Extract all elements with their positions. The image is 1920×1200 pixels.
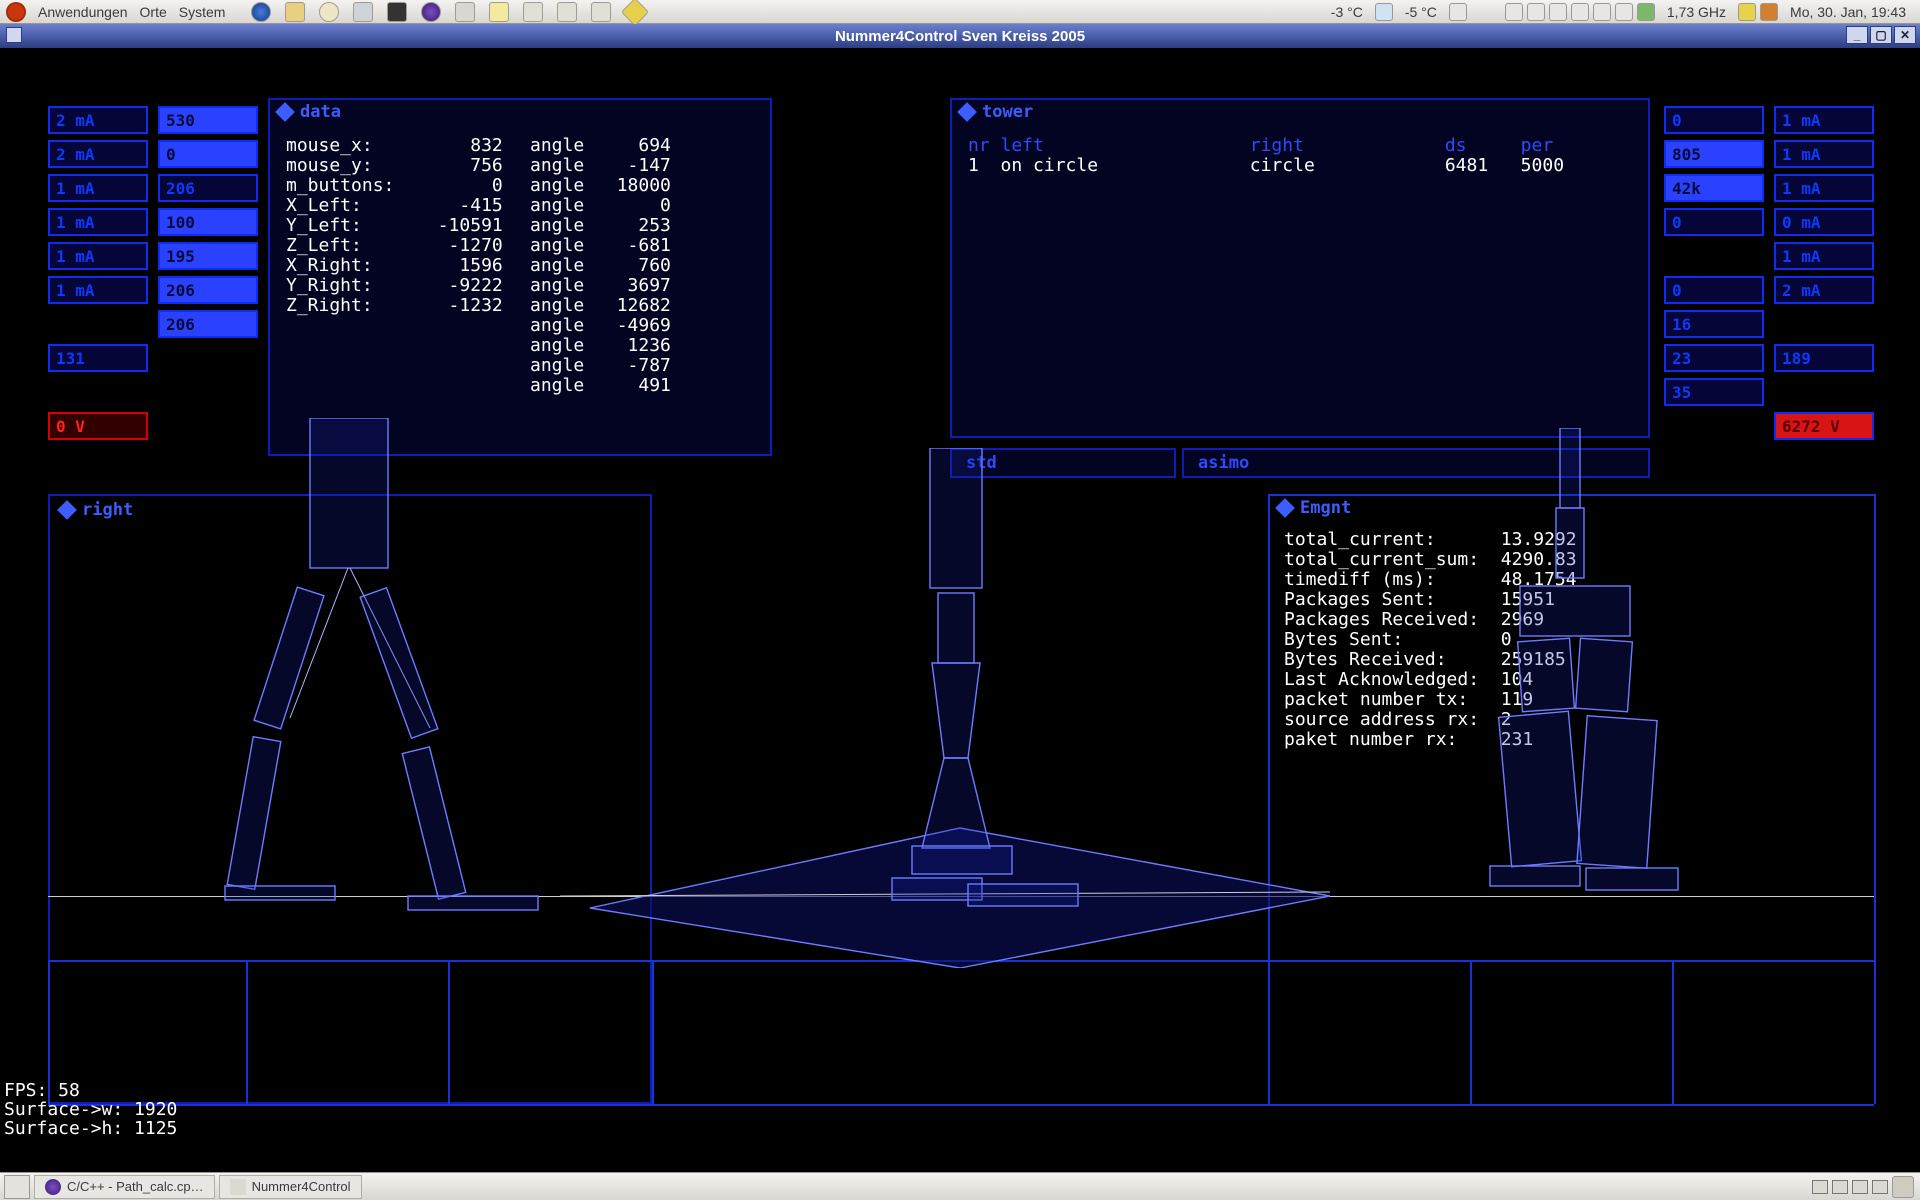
close-button[interactable]: ✕ <box>1894 26 1916 44</box>
launcher-icon[interactable] <box>489 2 509 22</box>
launcher-icon[interactable] <box>387 2 407 22</box>
taskbar-item-eclipse[interactable]: C/C++ - Path_calc.cp… <box>34 1175 215 1199</box>
menu-places[interactable]: Orte <box>134 4 173 20</box>
launcher-icon[interactable] <box>285 2 305 22</box>
workspace-switcher[interactable] <box>1872 1180 1888 1194</box>
panel-title: tower <box>982 102 1033 122</box>
taskbar-right <box>1812 1176 1920 1198</box>
launcher-row <box>231 2 645 22</box>
tray-icon[interactable] <box>1449 3 1467 21</box>
maximize-button[interactable]: ▢ <box>1870 26 1892 44</box>
cpu-freq[interactable]: 1,73 GHz <box>1659 4 1734 20</box>
meter-cell[interactable]: 1 mA <box>1774 242 1874 270</box>
data-panel: data mouse_x: 832 mouse_y: 756 m_buttons… <box>268 98 772 456</box>
meter-cell[interactable]: 0 V <box>48 412 148 440</box>
meter-cell[interactable]: 805 <box>1664 140 1764 168</box>
diamond-icon <box>275 102 295 122</box>
launcher-icon[interactable] <box>621 0 649 26</box>
tray-icon[interactable] <box>1549 3 1567 21</box>
meter-cell[interactable]: 0 <box>1664 208 1764 236</box>
meter-cell[interactable]: 0 <box>1664 106 1764 134</box>
meter-cell[interactable]: 206 <box>158 310 258 338</box>
app-icon <box>6 27 22 43</box>
tray-icon[interactable] <box>1505 3 1523 21</box>
tray-icon[interactable] <box>1738 3 1756 21</box>
meter-cell[interactable]: 0 <box>158 140 258 168</box>
workspace-switcher[interactable] <box>1832 1180 1848 1194</box>
meter-cell[interactable]: 206 <box>158 174 258 202</box>
meter-cell[interactable]: 23 <box>1664 344 1764 372</box>
weather-temp-2[interactable]: -5 °C <box>1397 4 1445 20</box>
ubuntu-logo-icon[interactable] <box>6 2 26 22</box>
launcher-icon[interactable] <box>421 2 441 22</box>
launcher-icon[interactable] <box>523 2 543 22</box>
meter-cell[interactable]: 42k <box>1664 174 1764 202</box>
meter-cell[interactable]: 1 mA <box>1774 140 1874 168</box>
launcher-icon[interactable] <box>319 2 339 22</box>
meter-cell[interactable]: 1 mA <box>48 276 148 304</box>
tray-icon[interactable] <box>1593 3 1611 21</box>
meter-cell[interactable]: 1 mA <box>48 242 148 270</box>
meter-cell[interactable]: 1 mA <box>1774 174 1874 202</box>
workspace-switcher[interactable] <box>1852 1180 1868 1194</box>
launcher-icon[interactable] <box>455 2 475 22</box>
tray-icon[interactable] <box>1571 3 1589 21</box>
fps-overlay: FPS: 58 Surface->w: 1920 Surface->h: 112… <box>4 1081 177 1138</box>
wireframe-right <box>1460 428 1720 928</box>
menu-applications[interactable]: Anwendungen <box>32 4 134 20</box>
meter-cell[interactable]: 1 mA <box>1774 106 1874 134</box>
meter-cell[interactable]: 195 <box>158 242 258 270</box>
tower-panel: tower nr left right ds per 1 on circle c… <box>950 98 1650 438</box>
launcher-icon[interactable] <box>353 2 373 22</box>
meter-cell[interactable]: 0 mA <box>1774 208 1874 236</box>
app-title: Nummer4Control Sven Kreiss 2005 <box>835 28 1085 45</box>
trash-icon[interactable] <box>1892 1176 1914 1198</box>
launcher-icon[interactable] <box>591 2 611 22</box>
meter-cell[interactable]: 0 <box>1664 276 1764 304</box>
clock[interactable]: Mo, 30. Jan, 19:43 <box>1782 4 1914 20</box>
meter-cell[interactable]: 530 <box>158 106 258 134</box>
diamond-icon <box>957 102 977 122</box>
workspace-switcher[interactable] <box>1812 1180 1828 1194</box>
launcher-icon[interactable] <box>557 2 577 22</box>
tray: -3 °C -5 °C 1,73 GHz Mo, 30. Jan, 19:43 <box>1323 3 1920 21</box>
diamond-icon <box>57 500 77 520</box>
meter-cell[interactable]: 6272 V <box>1774 412 1874 440</box>
meter-cell[interactable]: 16 <box>1664 310 1764 338</box>
gnome-panel-bottom: C/C++ - Path_calc.cp… Nummer4Control <box>0 1172 1920 1200</box>
meter-cell[interactable]: 2 mA <box>1774 276 1874 304</box>
weather-temp-1[interactable]: -3 °C <box>1323 4 1371 20</box>
launcher-icon[interactable] <box>251 2 271 22</box>
workspace: data mouse_x: 832 mouse_y: 756 m_buttons… <box>0 48 1920 1168</box>
meter-cell[interactable]: 131 <box>48 344 148 372</box>
show-desktop-button[interactable] <box>4 1175 30 1199</box>
menu-system[interactable]: System <box>173 4 232 20</box>
gnome-panel-top: Anwendungen Orte System -3 °C -5 °C 1,73… <box>0 0 1920 24</box>
meter-cell[interactable]: 2 mA <box>48 106 148 134</box>
meter-cell[interactable]: 100 <box>158 208 258 236</box>
tray-icon[interactable] <box>1760 3 1778 21</box>
app-icon <box>45 1179 61 1195</box>
weather-icon[interactable] <box>1375 3 1393 21</box>
meter-cell[interactable]: 206 <box>158 276 258 304</box>
taskbar-item-nummer4[interactable]: Nummer4Control <box>219 1175 362 1199</box>
meter-cell[interactable]: 1 mA <box>48 208 148 236</box>
app-titlebar: Nummer4Control Sven Kreiss 2005 _ ▢ ✕ <box>0 24 1920 48</box>
app-icon <box>230 1179 246 1195</box>
minimize-button[interactable]: _ <box>1846 26 1868 44</box>
wireframe-left <box>170 418 590 928</box>
tray-icon[interactable] <box>1527 3 1545 21</box>
panel-title: data <box>300 102 341 122</box>
wireframe-center <box>560 448 1330 968</box>
volume-icon[interactable] <box>1615 3 1633 21</box>
meter-cell[interactable]: 35 <box>1664 378 1764 406</box>
viewport-label: right <box>82 500 133 520</box>
battery-icon[interactable] <box>1637 3 1655 21</box>
meter-cell[interactable]: 1 mA <box>48 174 148 202</box>
task-label: Nummer4Control <box>252 1179 351 1194</box>
meter-cell[interactable]: 189 <box>1774 344 1874 372</box>
task-label: C/C++ - Path_calc.cp… <box>67 1179 204 1194</box>
meter-cell[interactable]: 2 mA <box>48 140 148 168</box>
